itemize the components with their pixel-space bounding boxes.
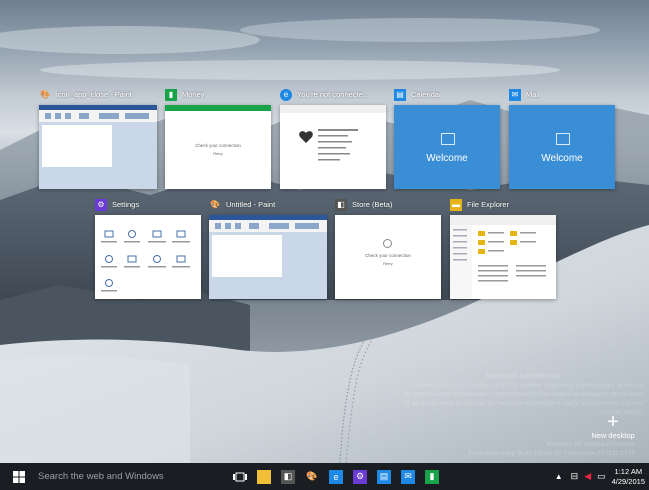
calendar-icon: ▤	[377, 469, 391, 484]
mail-icon: ✉	[509, 88, 521, 101]
thumbnail-preview	[39, 105, 157, 189]
thumbnail-retry: Retry	[383, 261, 393, 266]
mail-icon: ✉	[401, 469, 415, 484]
thumbnail-preview: Check your connection Retry	[165, 105, 271, 189]
thumbnail-title: Untitled - Paint	[226, 200, 276, 209]
build-watermark: Windows 10 Technical Preview Evaluation …	[468, 441, 635, 457]
network-icon[interactable]: ⊟	[571, 471, 579, 482]
taskbar: Search the web and Windows ◧ 🎨 e ⚙ ▤ ✉ ▮…	[0, 463, 649, 490]
thumbnail-check-connection: Check your connection	[365, 253, 411, 258]
window-thumbnail-money[interactable]: ▮ Money Check your connection Retry	[165, 87, 271, 189]
thumbnail-title-bar: ◧ Store (Beta)	[335, 197, 441, 212]
window-thumbnail-paint-close[interactable]: 🎨 icon_app_close - Paint	[39, 87, 157, 189]
clock-date: 4/29/2015	[611, 476, 645, 486]
file-explorer-icon	[257, 469, 271, 484]
thumbnail-title-bar: 🎨 Untitled - Paint	[209, 197, 327, 212]
thumbnail-preview: Check your connection Retry	[335, 215, 441, 299]
thumbnail-check-connection: Check your connection	[195, 143, 241, 148]
calendar-icon: ▤	[394, 88, 406, 101]
task-view-icon	[233, 472, 247, 481]
thumbnail-title: Settings	[112, 200, 140, 209]
thumbnail-preview: Welcome	[509, 105, 615, 189]
thumbnail-welcome: Welcome	[541, 153, 583, 164]
thumbnail-title-bar: ▤ Calendar	[394, 87, 500, 102]
edge-icon: e	[329, 469, 343, 484]
thumbnail-title-bar: ⚙ Settings	[95, 197, 201, 212]
start-button[interactable]	[0, 463, 38, 490]
task-view-button[interactable]	[228, 463, 252, 490]
thumbnail-preview	[209, 215, 327, 299]
taskbar-settings[interactable]: ⚙	[348, 463, 372, 490]
thumbnail-title-bar: ▬ File Explorer	[450, 197, 556, 212]
action-center-icon[interactable]: ▭	[597, 471, 606, 482]
windows-logo-icon	[13, 470, 25, 483]
thumbnail-title: Mail	[526, 90, 540, 99]
thumbnail-retry: Retry	[213, 151, 223, 156]
new-desktop-label: New desktop	[591, 431, 635, 440]
thumbnail-title: You're not connecte...	[297, 90, 370, 99]
store-icon: ◧	[335, 198, 347, 211]
window-thumbnail-calendar[interactable]: ▤ Calendar Welcome	[394, 87, 500, 189]
paint-icon: 🎨	[210, 200, 220, 209]
window-thumbnail-not-connected[interactable]: e You're not connecte...	[280, 87, 386, 189]
thumbnail-title: icon_app_close - Paint	[56, 90, 132, 99]
store-icon: ◧	[281, 469, 295, 484]
money-icon: ▮	[425, 469, 439, 484]
clock[interactable]: 1:12 AM 4/29/2015	[612, 467, 645, 487]
window-thumbnail-settings[interactable]: ⚙ Settings	[95, 197, 201, 299]
watermark-title: Microsoft Confidential	[486, 373, 560, 380]
volume-icon[interactable]: ◀	[584, 471, 591, 482]
search-box[interactable]: Search the web and Windows	[38, 463, 228, 490]
windows-logo-icon	[441, 133, 455, 145]
connection-icon	[383, 239, 392, 248]
taskbar-money[interactable]: ▮	[420, 463, 444, 490]
thumbnail-title-bar: ▮ Money	[165, 87, 271, 102]
thumbnail-title-bar: e You're not connecte...	[280, 87, 386, 102]
taskbar-mail[interactable]: ✉	[396, 463, 420, 490]
thumbnail-title: Money	[182, 90, 205, 99]
windows-logo-icon	[556, 133, 570, 145]
thumbnail-welcome: Welcome	[426, 153, 468, 164]
taskbar-paint[interactable]: 🎨	[300, 463, 324, 490]
thumbnail-title-bar: ✉ Mail	[509, 87, 615, 102]
search-placeholder: Search the web and Windows	[38, 471, 164, 482]
chevron-up-icon[interactable]: ▲	[555, 472, 563, 481]
thumbnail-title: Store (Beta)	[352, 200, 393, 209]
taskbar-store[interactable]: ◧	[276, 463, 300, 490]
window-thumbnail-mail[interactable]: ✉ Mail Welcome	[509, 87, 615, 189]
paint-icon: 🎨	[40, 90, 50, 99]
window-thumbnail-file-explorer[interactable]: ▬ File Explorer	[450, 197, 556, 299]
paint-icon: 🎨	[306, 471, 318, 481]
edge-icon: e	[280, 88, 292, 101]
thumbnail-preview	[95, 215, 201, 299]
taskbar-edge[interactable]: e	[324, 463, 348, 490]
plus-icon: +	[607, 411, 619, 433]
taskbar-file-explorer[interactable]	[252, 463, 276, 490]
gear-icon: ⚙	[95, 198, 107, 211]
window-thumbnail-untitled-paint[interactable]: 🎨 Untitled - Paint	[209, 197, 327, 299]
clock-time: 1:12 AM	[614, 466, 643, 476]
thumbnail-preview: Welcome	[394, 105, 500, 189]
system-tray: ▲ ⊟ ◀ ▭ 1:12 AM 4/29/2015	[555, 463, 645, 490]
thumbnail-preview	[450, 215, 556, 299]
taskbar-calendar[interactable]: ▤	[372, 463, 396, 490]
settings-icon: ⚙	[353, 469, 367, 484]
new-desktop-button[interactable]: + New desktop	[589, 411, 637, 440]
thumbnail-preview	[280, 105, 386, 189]
folder-icon: ▬	[450, 198, 462, 211]
thumbnail-title-bar: 🎨 icon_app_close - Paint	[39, 87, 157, 102]
thumbnail-title: File Explorer	[467, 200, 510, 209]
window-thumbnail-store[interactable]: ◧ Store (Beta) Check your connection Ret…	[335, 197, 441, 299]
thumbnail-title: Calendar	[411, 90, 442, 99]
money-icon: ▮	[165, 88, 177, 101]
